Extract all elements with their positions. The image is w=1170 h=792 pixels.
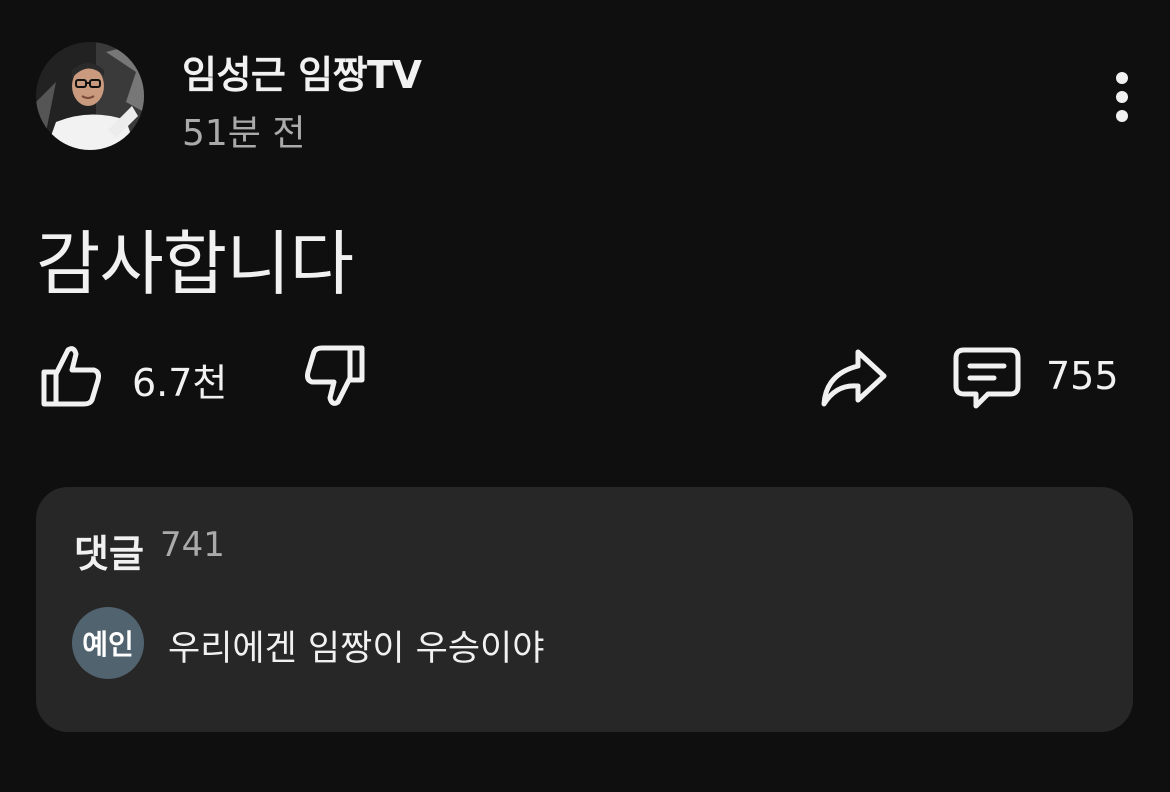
channel-avatar-image	[36, 42, 144, 150]
commenter-avatar[interactable]: 예인	[72, 607, 144, 679]
top-comment-text: 우리에겐 임짱이 우승이야	[168, 629, 545, 669]
comments-count: 741	[160, 525, 225, 565]
like-count: 6.7천	[132, 361, 228, 405]
thumbs-up-icon	[41, 346, 101, 407]
more-options-button[interactable]	[1106, 70, 1138, 124]
comment-count: 755	[1046, 354, 1119, 398]
post-header: 임성근 임짱TV 51분 전	[36, 42, 1138, 154]
dislike-button[interactable]	[302, 344, 368, 410]
share-button[interactable]	[818, 344, 888, 410]
more-vertical-icon	[1116, 72, 1128, 122]
post-time: 51분 전	[182, 113, 306, 154]
share-icon	[821, 349, 887, 407]
comment-button[interactable]	[952, 346, 1022, 412]
comment-icon	[953, 347, 1021, 409]
channel-name[interactable]: 임성근 임짱TV	[182, 44, 422, 99]
channel-avatar[interactable]	[36, 42, 144, 150]
post-text: 감사합니다	[36, 223, 354, 305]
like-button[interactable]	[38, 342, 104, 408]
action-bar: 6.7천 755	[0, 330, 1170, 420]
comments-panel[interactable]: 댓글 741 예인 우리에겐 임짱이 우승이야	[36, 487, 1133, 732]
thumbs-down-icon	[305, 345, 365, 406]
comments-title: 댓글	[74, 532, 144, 576]
